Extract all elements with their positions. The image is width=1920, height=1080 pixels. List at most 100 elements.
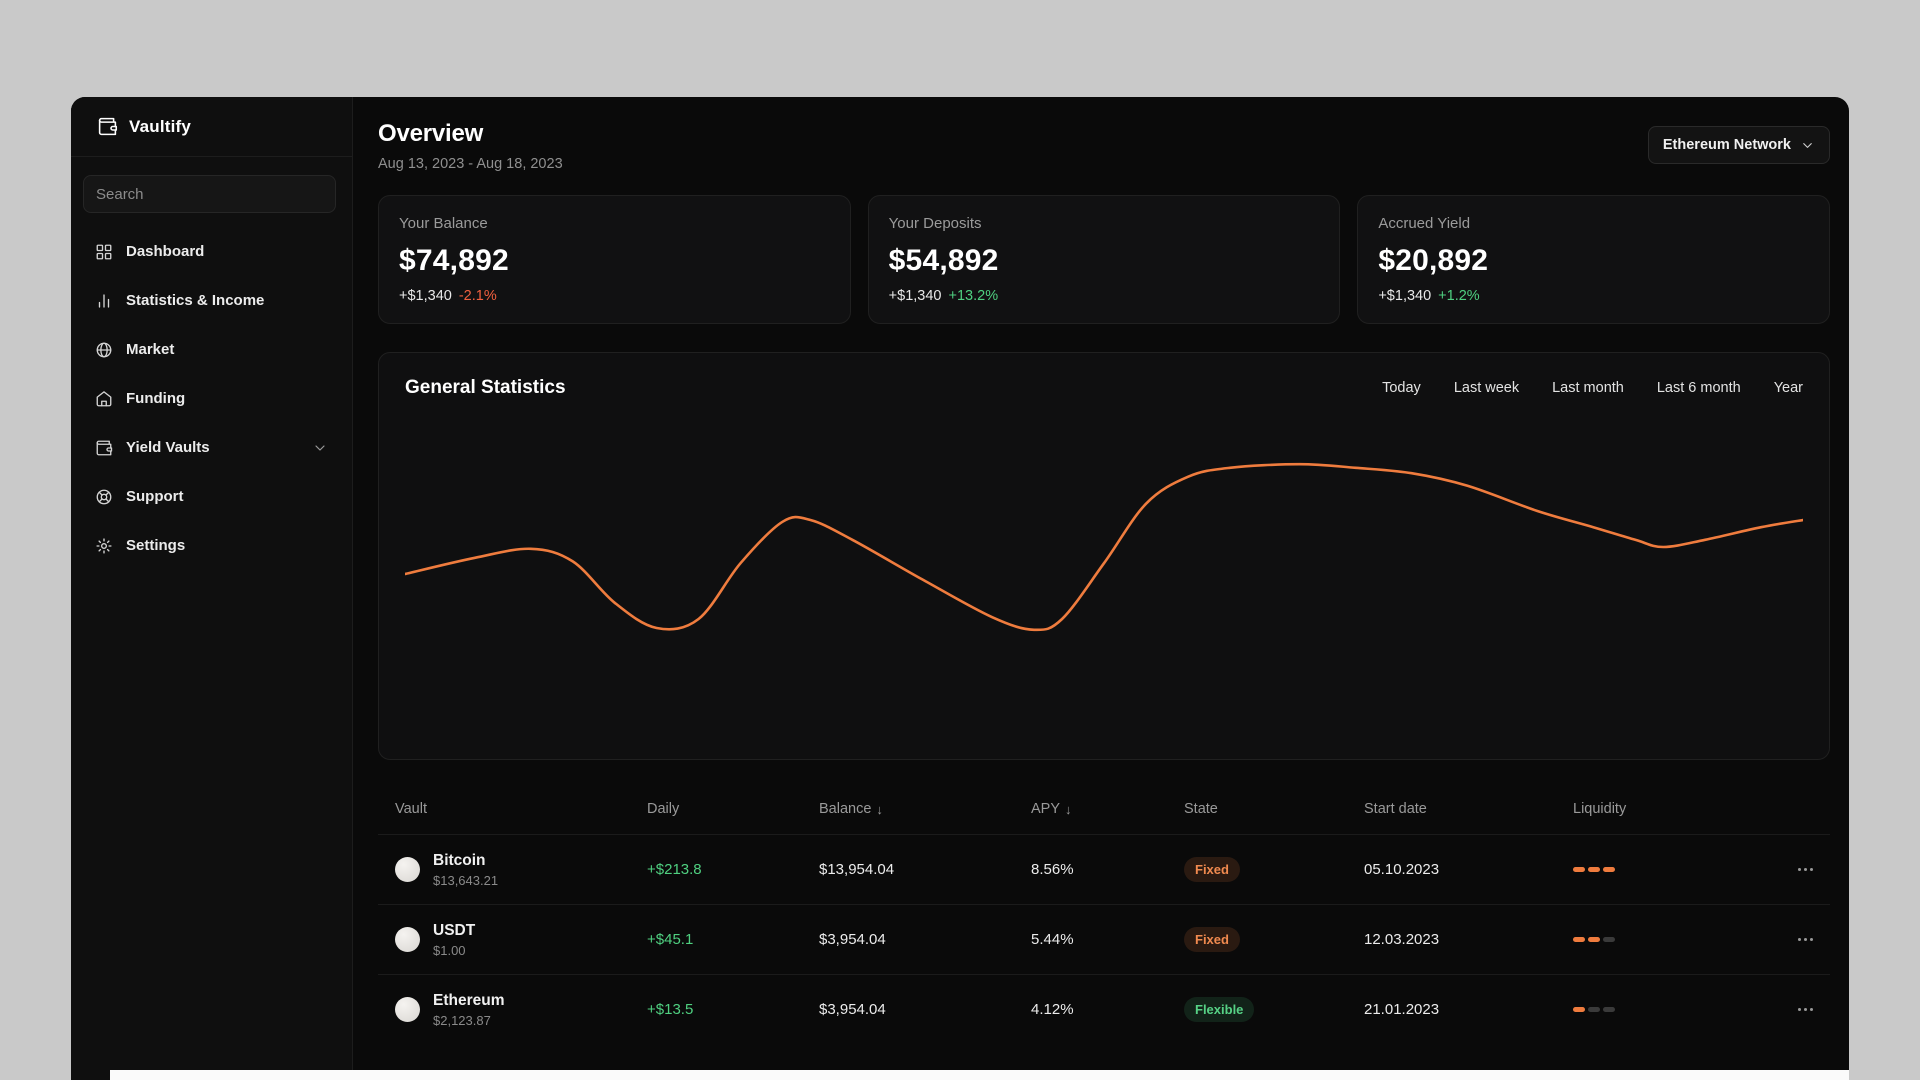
range-tab-year[interactable]: Year: [1774, 380, 1803, 396]
column-header-vault: Vault: [395, 801, 427, 817]
sidebar-item-label: Settings: [126, 537, 186, 554]
change-percent: +13.2%: [948, 288, 999, 304]
vault-avatar: [395, 997, 420, 1022]
network-selector[interactable]: Ethereum Network: [1647, 126, 1830, 164]
column-header-apy[interactable]: APY ↓: [1031, 801, 1184, 817]
vaults-table: Vault Daily Balance ↓ APY ↓ State Start …: [378, 784, 1830, 1044]
sort-desc-icon: ↓: [876, 801, 883, 817]
stat-card-yield: Accrued Yield $20,892 +$1,340 +1.2%: [1357, 195, 1831, 324]
stat-cards-row: Your Balance $74,892 +$1,340 -2.1% Your …: [378, 195, 1831, 324]
page-bottom-strip: [110, 1070, 1849, 1080]
search-input[interactable]: [96, 185, 323, 203]
stat-label: Accrued Yield: [1378, 215, 1471, 232]
sidebar-item-market[interactable]: Market: [83, 325, 340, 374]
column-header-start-date: Start date: [1364, 801, 1427, 817]
change-percent: -2.1%: [458, 288, 497, 304]
change-amount: +$1,340: [1378, 288, 1432, 304]
table-row-usdt[interactable]: USDT $1.00 +$45.1 $3,954.04 5.44% Fixed …: [378, 904, 1830, 974]
sidebar-item-label: Market: [126, 341, 175, 358]
bar-chart-icon: [98, 293, 110, 308]
chevron-down-icon: [315, 444, 325, 451]
daily-change: +$213.8: [647, 861, 702, 878]
stat-value: $20,892: [1378, 244, 1489, 277]
vault-avatar: [395, 927, 420, 952]
table-row-ethereum[interactable]: Ethereum $2,123.87 +$13.5 $3,954.04 4.12…: [378, 974, 1830, 1044]
vault-price: $2,123.87: [433, 1012, 491, 1028]
main-content: Overview Aug 13, 2023 - Aug 18, 2023 Eth…: [353, 97, 1849, 1080]
balance-cell: $13,954.04: [819, 861, 895, 878]
stat-value: $54,892: [888, 244, 999, 277]
liquidity-indicator: [1573, 937, 1763, 942]
ellipsis-icon: [1797, 937, 1801, 942]
daily-change: +$45.1: [647, 931, 694, 948]
vault-price: $1.00: [433, 942, 466, 958]
balance-cell: $3,954.04: [819, 1001, 886, 1018]
range-tab-today[interactable]: Today: [1382, 380, 1421, 396]
page-title: Overview: [378, 120, 484, 147]
column-header-liquidity: Liquidity: [1573, 801, 1627, 817]
balance-cell: $3,954.04: [819, 931, 886, 948]
ellipsis-icon: [1797, 867, 1801, 872]
column-header-state: State: [1184, 801, 1218, 817]
table-row-bitcoin[interactable]: Bitcoin $13,643.21 +$213.8 $13,954.04 8.…: [378, 834, 1830, 904]
start-date-cell: 21.01.2023: [1364, 1001, 1440, 1018]
range-tab-last-week[interactable]: Last week: [1454, 380, 1519, 396]
range-tabs: Today Last week Last month Last 6 month …: [1382, 380, 1803, 396]
row-menu-button[interactable]: [1763, 937, 1813, 942]
sidebar-item-label: Dashboard: [126, 243, 205, 260]
stat-card-deposits: Your Deposits $54,892 +$1,340 +13.2%: [867, 195, 1341, 324]
status-badge: Fixed: [1184, 857, 1240, 882]
sidebar-item-label: Support: [126, 488, 184, 505]
stat-change: +$1,340 +13.2%: [889, 288, 1320, 304]
row-menu-button[interactable]: [1763, 867, 1813, 872]
sidebar-nav: Dashboard Statistics & Income Market Fun…: [71, 213, 352, 570]
app-window: Vaultify Dashboard Statistics & Income: [71, 97, 1849, 1080]
row-menu-button[interactable]: [1763, 1007, 1813, 1012]
network-selector-label: Ethereum Network: [1662, 137, 1791, 153]
lifebuoy-icon: [96, 489, 112, 504]
sidebar-item-dashboard[interactable]: Dashboard: [83, 227, 340, 276]
vault-cell: USDT $1.00: [395, 922, 647, 958]
vault-name: USDT: [433, 921, 476, 939]
sidebar-item-statistics-income[interactable]: Statistics & Income: [83, 276, 340, 325]
stat-change: +$1,340 -2.1%: [399, 288, 830, 304]
column-header-label: APY: [1031, 801, 1061, 817]
statistics-card: General Statistics Today Last week Last …: [378, 352, 1830, 760]
sidebar-item-yield-vaults[interactable]: Yield Vaults: [83, 423, 340, 472]
sidebar-item-label: Yield Vaults: [126, 439, 210, 456]
range-tab-last-month[interactable]: Last month: [1552, 380, 1624, 396]
liquidity-indicator: [1573, 1007, 1763, 1012]
sidebar-item-funding[interactable]: Funding: [83, 374, 340, 423]
change-percent: +1.2%: [1438, 288, 1480, 304]
chart-svg: [405, 462, 1803, 632]
globe-icon: [96, 342, 112, 357]
table-header: Vault Daily Balance ↓ APY ↓ State Start …: [378, 784, 1830, 834]
stat-change: +$1,340 +1.2%: [1378, 288, 1809, 304]
sidebar-item-settings[interactable]: Settings: [83, 521, 340, 570]
vault-avatar: [395, 857, 420, 882]
sidebar-item-label: Funding: [126, 390, 186, 407]
column-header-label: Balance: [819, 801, 872, 817]
apy-cell: 4.12%: [1031, 1001, 1074, 1018]
home-icon: [96, 390, 112, 406]
vault-name: Bitcoin: [433, 851, 486, 869]
line-chart: [405, 417, 1803, 722]
stat-label: Your Balance: [399, 215, 488, 232]
app-logo[interactable]: Vaultify: [71, 97, 352, 157]
range-tab-last-6-month[interactable]: Last 6 month: [1657, 380, 1741, 396]
vault-wallet-icon: [96, 440, 113, 455]
chevron-down-icon: [1803, 142, 1812, 148]
gear-icon: [96, 537, 112, 554]
sidebar-item-support[interactable]: Support: [83, 472, 340, 521]
column-header-daily: Daily: [647, 801, 680, 817]
start-date-cell: 05.10.2023: [1364, 861, 1440, 878]
apy-cell: 5.44%: [1031, 931, 1074, 948]
search-box: [83, 175, 336, 213]
daily-change: +$13.5: [647, 1001, 694, 1018]
ellipsis-icon: [1797, 1007, 1801, 1012]
sort-desc-icon: ↓: [1065, 801, 1072, 817]
app-logo-text: Vaultify: [129, 116, 192, 136]
column-header-balance[interactable]: Balance ↓: [819, 801, 1031, 817]
dashboard-grid-icon: [96, 244, 112, 259]
vault-cell: Ethereum $2,123.87: [395, 992, 647, 1028]
